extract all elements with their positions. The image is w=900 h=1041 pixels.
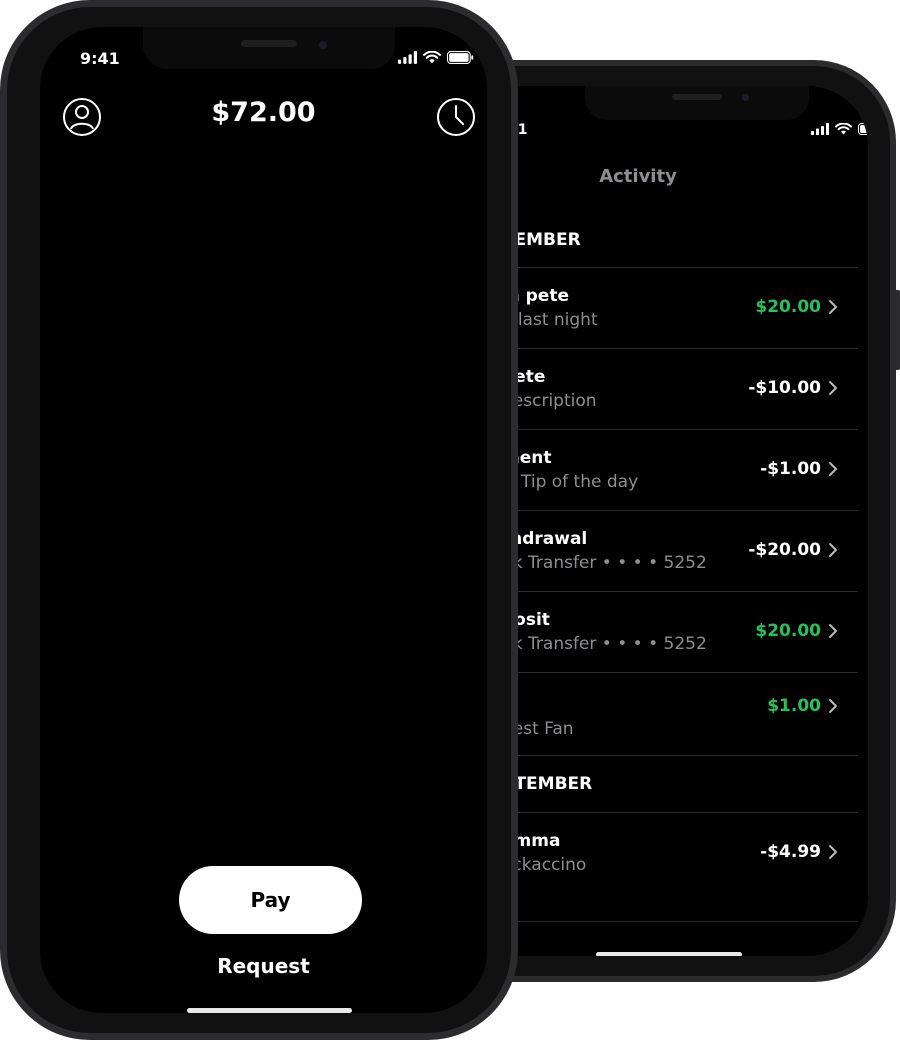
cellular-signal-icon [398,51,417,64]
transaction-subtitle: nk Transfer • • • • 5252 [502,553,707,573]
home-indicator[interactable] [187,1008,352,1013]
speaker-grille [241,40,297,47]
chevron-right-icon [829,462,837,476]
transaction-subtitle: nk Transfer • • • • 5252 [502,634,707,654]
wallet-screen: 9:41 $72.00 Pay Request [40,27,487,1013]
front-camera [742,94,749,101]
status-bar-icons [811,123,868,135]
notch [585,86,809,120]
power-button [895,290,900,370]
transaction-amount: $1.00 [767,696,821,716]
battery-icon [447,51,474,64]
clock-icon[interactable] [436,97,476,137]
wifi-icon [423,51,441,64]
chevron-right-icon [829,845,837,859]
chevron-right-icon [829,543,837,557]
transaction-amount: $20.00 [755,621,821,641]
chevron-right-icon [829,381,837,395]
status-time: 9:41 [80,49,120,68]
cellular-signal-icon [811,123,829,135]
chevron-right-icon [829,699,837,713]
volume-down-button [0,334,2,406]
transaction-amount: -$10.00 [748,378,821,398]
notch [143,27,395,69]
transaction-subtitle: ls Tip of the day [502,472,639,492]
transaction-amount: -$20.00 [748,540,821,560]
chevron-right-icon [829,300,837,314]
request-button[interactable]: Request [40,954,487,978]
volume-up-button [0,240,2,312]
status-bar-icons [398,51,474,64]
balance-amount: $72.00 [211,97,316,128]
speaker-grille [672,94,722,100]
battery-icon [858,123,868,135]
pay-button[interactable]: Pay [179,866,362,934]
transaction-amount: -$4.99 [760,842,821,862]
wifi-icon [835,123,852,135]
transaction-amount: $20.00 [755,297,821,317]
phone-bezel: 9:41 $72.00 Pay Request [7,7,511,1033]
chevron-right-icon [829,624,837,638]
transaction-amount: -$1.00 [760,459,821,479]
mute-switch [0,158,2,200]
wallet-phone: 9:41 $72.00 Pay Request [0,0,518,1040]
front-camera [319,41,327,49]
home-indicator[interactable] [596,952,742,956]
